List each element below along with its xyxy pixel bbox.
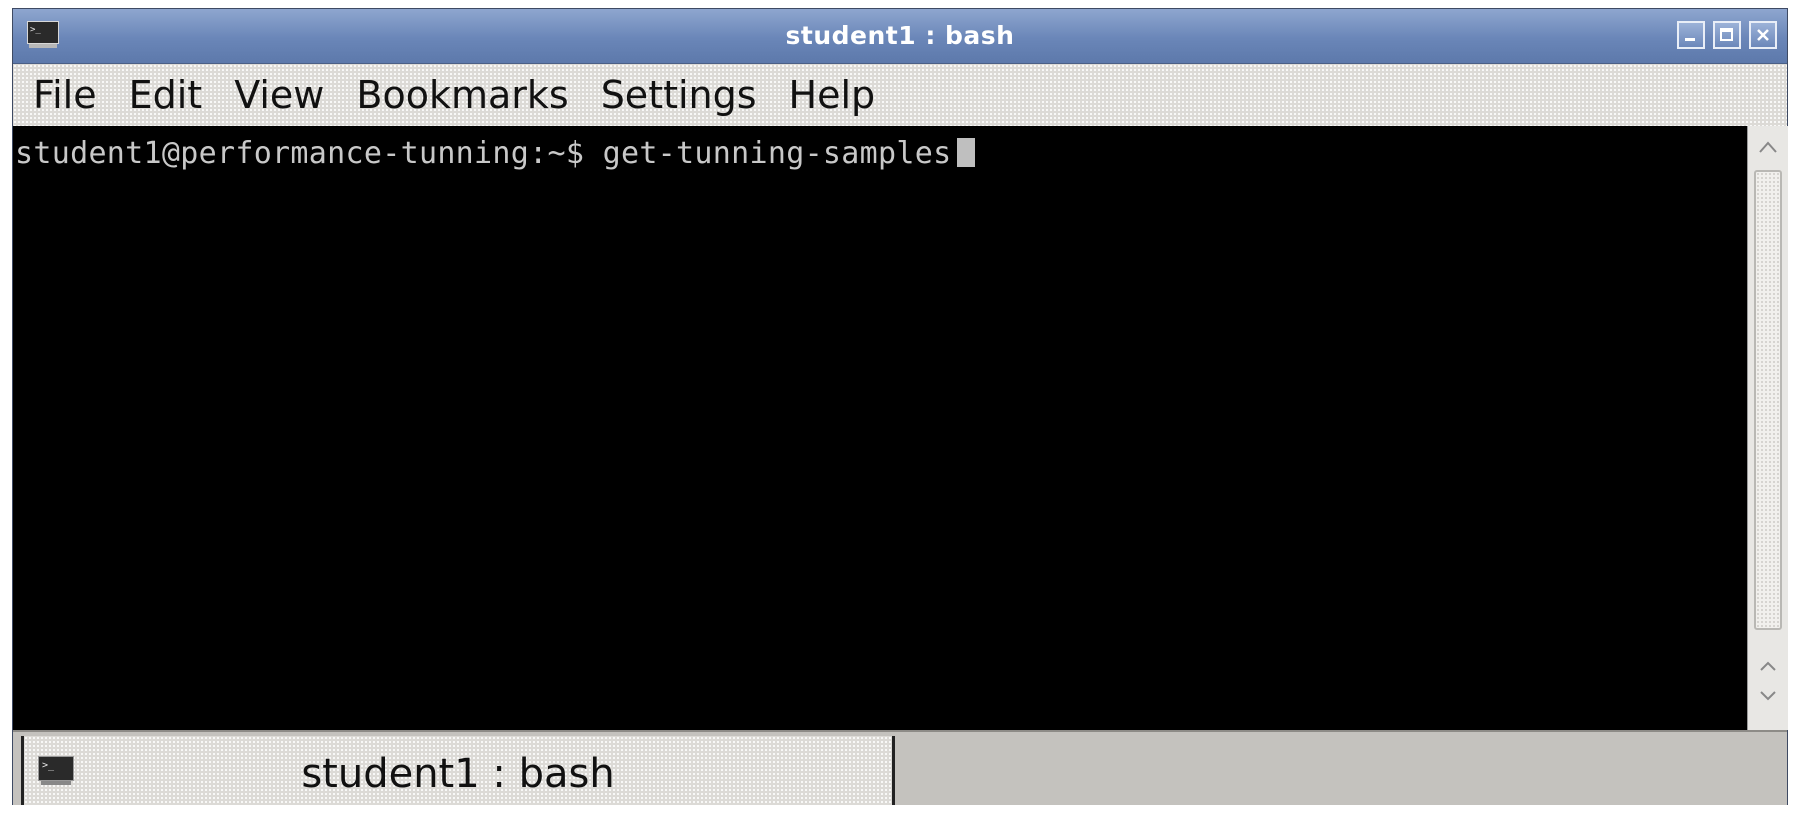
menu-settings[interactable]: Settings	[601, 64, 775, 126]
menu-file[interactable]: File	[33, 64, 115, 126]
close-button[interactable]	[1749, 21, 1777, 49]
tab-student1-bash[interactable]: >_ student1 : bash	[21, 736, 895, 808]
vertical-scrollbar[interactable]	[1747, 126, 1788, 730]
text-cursor	[957, 138, 976, 167]
title-bar[interactable]: >_ student1 : bash	[13, 9, 1787, 64]
shell-prompt: student1@performance-tunning:~$	[15, 136, 585, 171]
maximize-button[interactable]	[1713, 21, 1741, 49]
minimize-button[interactable]	[1677, 21, 1705, 49]
scroll-down-arrow-icon[interactable]	[1756, 686, 1780, 706]
tab-label: student1 : bash	[301, 751, 615, 797]
menu-help[interactable]: Help	[789, 64, 894, 126]
menu-view[interactable]: View	[234, 64, 342, 126]
menu-bar: File Edit View Bookmarks Settings Help	[13, 64, 1787, 126]
maximize-icon	[1720, 28, 1733, 41]
menu-edit[interactable]: Edit	[129, 64, 221, 126]
desktop-strip	[0, 805, 1799, 822]
close-icon	[1757, 29, 1769, 41]
menu-bookmarks[interactable]: Bookmarks	[356, 64, 586, 126]
terminal-area[interactable]: student1@performance-tunning:~$ get-tunn…	[13, 126, 1747, 730]
scroll-up-arrow-icon[interactable]	[1756, 138, 1780, 158]
konsole-window: >_ student1 : bash File Edit View Bookma…	[12, 8, 1788, 816]
minimize-icon	[1685, 38, 1695, 41]
scrollbar-thumb[interactable]	[1756, 172, 1780, 628]
terminal-line: student1@performance-tunning:~$ get-tunn…	[15, 136, 976, 171]
window-title: student1 : bash	[785, 21, 1015, 50]
tab-bar: >_ student1 : bash	[13, 730, 1787, 816]
scrollbar-track[interactable]	[1754, 170, 1782, 630]
typed-command: get-tunning-samples	[602, 136, 952, 171]
scroll-up-small-arrow-icon[interactable]	[1756, 656, 1780, 676]
